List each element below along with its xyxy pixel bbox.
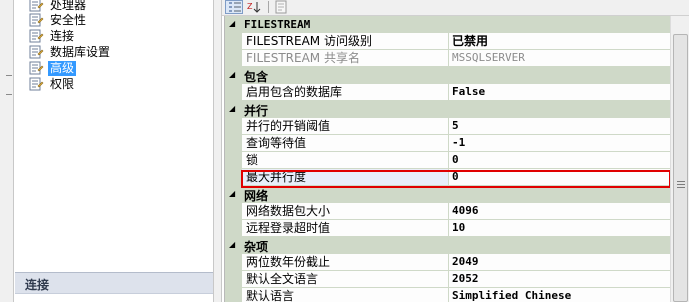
page-icon xyxy=(29,13,44,27)
property-name: FILESTREAM 访问级别 xyxy=(242,33,448,50)
page-selector-pane: 处理器 安全性 连接 数据库设置 高级 权限 连接 xyxy=(0,0,213,302)
alphabetical-sort-button[interactable]: Z xyxy=(246,0,264,14)
strip-marker xyxy=(6,94,12,95)
property-name: 启用包含的数据库 xyxy=(242,84,448,101)
row-gutter xyxy=(225,271,242,288)
svg-text:Z: Z xyxy=(247,2,253,11)
row-gutter xyxy=(225,84,242,101)
property-value[interactable]: -1 xyxy=(448,135,671,152)
category-label: FILESTREAM xyxy=(244,18,311,31)
nav-item-security[interactable]: 安全性 xyxy=(29,12,88,28)
property-row[interactable]: 默认全文语言 2052 xyxy=(225,271,671,288)
property-name: 并行的开销阈值 xyxy=(242,118,448,135)
pane-splitter[interactable] xyxy=(213,0,222,302)
property-value[interactable]: 5 xyxy=(448,118,671,135)
nav-item-connections[interactable]: 连接 xyxy=(29,28,76,44)
property-name: 网络数据包大小 xyxy=(242,203,448,220)
property-row-max-degree-of-parallelism[interactable]: 最大并行度 0 xyxy=(225,169,671,186)
collapse-triangle-icon[interactable]: ◢ xyxy=(229,19,235,28)
category-label: 网络 xyxy=(244,189,269,203)
category-label: 杂项 xyxy=(244,240,269,254)
property-row[interactable]: 远程登录超时值 10 xyxy=(225,220,671,237)
property-row[interactable]: 网络数据包大小 4096 xyxy=(225,203,671,220)
property-value[interactable]: Simplified Chinese xyxy=(448,288,671,302)
nav-item-label: 连接 xyxy=(50,28,75,43)
collapse-triangle-icon[interactable]: ◢ xyxy=(229,70,235,79)
categorized-button[interactable] xyxy=(225,0,243,14)
row-gutter xyxy=(225,152,242,169)
property-value[interactable]: 0 xyxy=(448,152,671,169)
nav-item-label: 高级 xyxy=(48,60,77,76)
row-gutter xyxy=(225,135,242,152)
strip-marker xyxy=(6,75,12,76)
row-gutter xyxy=(225,254,242,271)
property-value[interactable]: MSSQLSERVER xyxy=(448,50,671,67)
property-row[interactable]: 默认语言 Simplified Chinese xyxy=(225,288,671,302)
category-containment[interactable]: ◢ 包含 xyxy=(225,67,671,84)
category-miscellaneous[interactable]: ◢ 杂项 xyxy=(225,237,671,254)
property-value[interactable]: 0 xyxy=(448,169,671,186)
category-label: 包含 xyxy=(244,70,269,84)
property-row[interactable]: 查询等待值 -1 xyxy=(225,135,671,152)
nav-item-label: 处理器 xyxy=(50,0,87,12)
nav-item-permissions[interactable]: 权限 xyxy=(29,76,76,92)
property-row[interactable]: 并行的开销阈值 5 xyxy=(225,118,671,135)
nav-item-advanced[interactable]: 高级 xyxy=(29,60,77,76)
alphabetical-sort-icon: Z xyxy=(246,2,264,17)
row-gutter xyxy=(225,50,242,67)
property-name: 远程登录超时值 xyxy=(242,220,448,237)
page-icon xyxy=(29,29,44,43)
property-value[interactable]: 10 xyxy=(448,220,671,237)
collapsed-side-strip xyxy=(0,0,14,302)
collapse-triangle-icon[interactable]: ◢ xyxy=(229,189,235,198)
page-icon xyxy=(29,77,44,91)
property-name: 查询等待值 xyxy=(242,135,448,152)
row-gutter xyxy=(225,33,242,50)
scrollbar-thumb[interactable] xyxy=(673,34,688,302)
property-name: 最大并行度 xyxy=(242,169,448,186)
category-label: 并行 xyxy=(244,104,269,118)
property-row[interactable]: FILESTREAM 访问级别 已禁用 xyxy=(225,33,671,50)
property-row[interactable]: 两位数年份截止 2049 xyxy=(225,254,671,271)
property-row[interactable]: 启用包含的数据库 False xyxy=(225,84,671,101)
property-value[interactable]: 2049 xyxy=(448,254,671,271)
property-name: FILESTREAM 共享名 xyxy=(242,50,448,67)
connection-section-title: 连接 xyxy=(25,278,50,292)
row-gutter xyxy=(225,220,242,237)
vertical-scrollbar[interactable] xyxy=(670,16,689,302)
nav-item-label: 数据库设置 xyxy=(50,44,111,59)
nav-item-database-settings[interactable]: 数据库设置 xyxy=(29,44,112,60)
property-row[interactable]: FILESTREAM 共享名 MSSQLSERVER xyxy=(225,50,671,67)
property-value[interactable]: 4096 xyxy=(448,203,671,220)
row-gutter xyxy=(225,169,242,186)
property-name: 默认语言 xyxy=(242,288,448,302)
grip-icon xyxy=(677,181,685,188)
page-icon xyxy=(29,61,44,75)
nav-item-label: 权限 xyxy=(50,76,75,91)
property-grid-toolbar: Z xyxy=(222,0,689,16)
category-parallelism[interactable]: ◢ 并行 xyxy=(225,101,671,118)
property-value[interactable]: 2052 xyxy=(448,271,671,288)
property-value[interactable]: 已禁用 xyxy=(448,33,671,50)
property-grid: ◢ FILESTREAM FILESTREAM 访问级别 已禁用 FILESTR… xyxy=(224,16,671,302)
category-network[interactable]: ◢ 网络 xyxy=(225,186,671,203)
property-pages-icon xyxy=(274,0,288,17)
toolbar-separator xyxy=(268,1,269,13)
collapse-triangle-icon[interactable]: ◢ xyxy=(229,104,235,113)
property-value[interactable]: False xyxy=(448,84,671,101)
connection-section-header: 连接 xyxy=(15,272,213,294)
page-icon xyxy=(29,0,44,12)
page-icon xyxy=(29,45,44,59)
property-name: 默认全文语言 xyxy=(242,271,448,288)
property-name: 锁 xyxy=(242,152,448,169)
property-name: 两位数年份截止 xyxy=(242,254,448,271)
collapse-triangle-icon[interactable]: ◢ xyxy=(229,240,235,249)
property-pages-button[interactable] xyxy=(274,0,292,14)
nav-item-label: 安全性 xyxy=(50,12,87,27)
category-filestream[interactable]: ◢ FILESTREAM xyxy=(225,16,671,33)
property-row[interactable]: 锁 0 xyxy=(225,152,671,169)
row-gutter xyxy=(225,203,242,220)
row-gutter xyxy=(225,288,242,302)
row-gutter xyxy=(225,118,242,135)
